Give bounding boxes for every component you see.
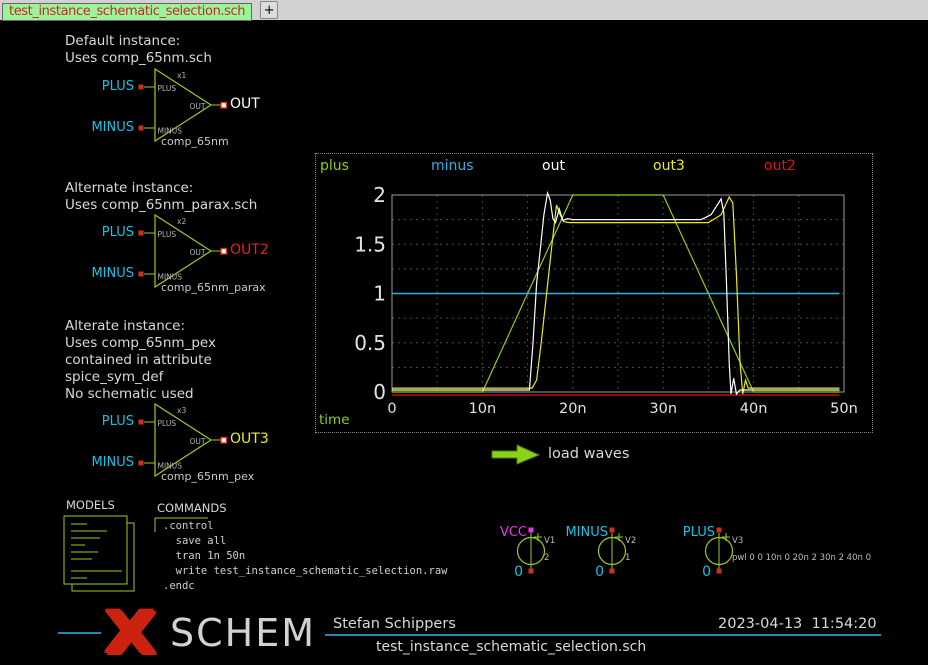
source-net-label[interactable]: MINUS (534, 525, 608, 540)
pin-out[interactable] (221, 438, 227, 444)
y-tick-label: 0 (373, 380, 386, 404)
graph-x-axis-label: time (319, 412, 350, 428)
x-tick-label: 20n (559, 401, 587, 417)
legend-item-out2: out2 (764, 158, 796, 174)
load-waves-launcher-label[interactable]: load waves (548, 446, 629, 462)
legend-item-out: out (542, 158, 565, 174)
source-net-label[interactable]: VCC (453, 525, 527, 540)
comparator-symbol-x1[interactable]: x1PLUSOUTMINUS (139, 69, 227, 141)
net-label-minus[interactable]: MINUS (60, 455, 134, 470)
instance-heading-line: contained in attribute (65, 352, 212, 368)
x-tick-label: 10n (469, 401, 497, 417)
titleblock-author: Stefan Schippers (333, 616, 456, 632)
net-label-plus[interactable]: PLUS (60, 414, 134, 429)
command-line: .control (163, 520, 214, 532)
tab-bar: test_instance_schematic_selection.sch + (0, 0, 928, 21)
titleblock-datetime: 2023-04-13 11:54:20 (718, 616, 877, 632)
source-net-label[interactable]: PLUS (641, 525, 715, 540)
instance-heading-line: Uses comp_65nm.sch (65, 50, 212, 66)
comparator-symbol-x3[interactable]: x3PLUSOUTMINUS (139, 404, 227, 476)
legend-item-minus: minus (431, 158, 474, 174)
instance-heading-line: No schematic used (65, 386, 194, 402)
pin-out[interactable] (221, 249, 227, 255)
net-label-out[interactable]: OUT2 (230, 242, 269, 258)
symbol-pin-label: PLUS (158, 230, 177, 239)
waveform-out3 (392, 197, 840, 394)
symbol-pin-label: OUT (190, 437, 206, 446)
source-value-label: pwl 0 0 10n 0 20n 2 30n 2 40n 0 (732, 553, 871, 563)
instance-heading-line: Default instance: (65, 33, 180, 49)
pin-plus[interactable] (139, 231, 144, 236)
pin-top[interactable] (717, 528, 722, 533)
x-tick-label: 30n (649, 401, 677, 417)
pin-minus[interactable] (139, 272, 144, 277)
source-gnd-label[interactable]: 0 (691, 564, 711, 580)
instance-heading-line: Alterate instance: (65, 318, 185, 334)
commands-label: COMMANDS (157, 501, 227, 515)
pin-bottom[interactable] (717, 569, 722, 574)
source-gnd-label[interactable]: 0 (584, 564, 604, 580)
command-line: write test_instance_schematic_selection.… (163, 565, 447, 577)
load-waves-arrow-icon[interactable] (492, 445, 539, 464)
x-tick-label: 40n (740, 401, 768, 417)
tab-current-schematic[interactable]: test_instance_schematic_selection.sch (2, 3, 252, 21)
symbol-pin-label: OUT (190, 102, 206, 111)
symbol-pin-label: PLUS (158, 84, 177, 93)
pin-bottom[interactable] (529, 569, 534, 574)
pin-out[interactable] (221, 103, 227, 109)
x-tick-label: 0 (387, 401, 396, 417)
waveform-graph[interactable]: 2 1.5 1 0.5 00 10n 20n 30n 40n 50n time plus minus… (315, 153, 873, 433)
instance-heading-line: spice_sym_def (65, 369, 163, 385)
source-value-label: 2 (544, 553, 549, 563)
pin-bottom[interactable] (610, 569, 615, 574)
source-name-label: V3 (732, 536, 743, 546)
source-gnd-label[interactable]: 0 (503, 564, 523, 580)
instance-heading-line: Uses comp_65nm_parax.sch (65, 197, 257, 213)
symbol-name-label: comp_65nm (161, 135, 229, 148)
command-line: .endc (163, 580, 195, 592)
pin-top[interactable] (529, 528, 534, 533)
net-label-minus[interactable]: MINUS (60, 120, 134, 135)
y-tick-label: 1.5 (354, 232, 386, 256)
xschem-window: x1PLUSOUTMINUSx2PLUSOUTMINUSx3PLUSOUTMIN… (0, 0, 928, 665)
comparator-symbol-x2[interactable]: x2PLUSOUTMINUS (139, 215, 227, 287)
pin-plus[interactable] (139, 420, 144, 425)
x-tick-label: 50n (830, 401, 858, 417)
waveform-plot: 2 1.5 1 0.5 00 10n 20n 30n 40n 50n (316, 154, 872, 432)
net-label-minus[interactable]: MINUS (60, 266, 134, 281)
symbol-name-label: comp_65nm_parax (161, 281, 266, 294)
net-label-plus[interactable]: PLUS (60, 79, 134, 94)
instance-heading-line: Uses comp_65nm_pex (65, 335, 216, 351)
pin-minus[interactable] (139, 126, 144, 131)
titleblock-filename: test_instance_schematic_selection.sch (376, 639, 646, 655)
command-line: save all (163, 535, 226, 547)
net-label-plus[interactable]: PLUS (60, 225, 134, 240)
new-tab-button[interactable]: + (260, 1, 278, 19)
symbol-pin-label: PLUS (158, 419, 177, 428)
legend-item-out3: out3 (653, 158, 685, 174)
symbol-pin-label: x3 (177, 406, 186, 415)
y-tick-label: 1 (373, 282, 386, 306)
models-label: MODELS (66, 498, 115, 512)
schematic-canvas[interactable]: x1PLUSOUTMINUSx2PLUSOUTMINUSx3PLUSOUTMIN… (0, 0, 928, 665)
xschem-logo-text: SCHEM (170, 611, 316, 655)
source-value-label: 1 (625, 553, 630, 563)
command-line: tran 1n 50n (163, 550, 245, 562)
models-document-icon[interactable] (64, 516, 134, 591)
net-label-out[interactable]: OUT (230, 96, 260, 112)
pin-minus[interactable] (139, 461, 144, 466)
symbol-name-label: comp_65nm_pex (161, 470, 254, 483)
symbol-pin-label: x1 (177, 71, 186, 80)
xschem-logo-x: X (105, 599, 156, 665)
pin-top[interactable] (610, 528, 615, 533)
symbol-pin-label: OUT (190, 248, 206, 257)
net-label-out[interactable]: OUT3 (230, 431, 269, 447)
source-name-label: V2 (625, 536, 636, 546)
instance-heading-line: Alternate instance: (65, 180, 193, 196)
y-tick-label: 0.5 (354, 331, 386, 355)
pin-plus[interactable] (139, 85, 144, 90)
symbol-pin-label: x2 (177, 217, 186, 226)
legend-item-plus: plus (320, 158, 349, 174)
y-tick-label: 2 (373, 183, 386, 207)
